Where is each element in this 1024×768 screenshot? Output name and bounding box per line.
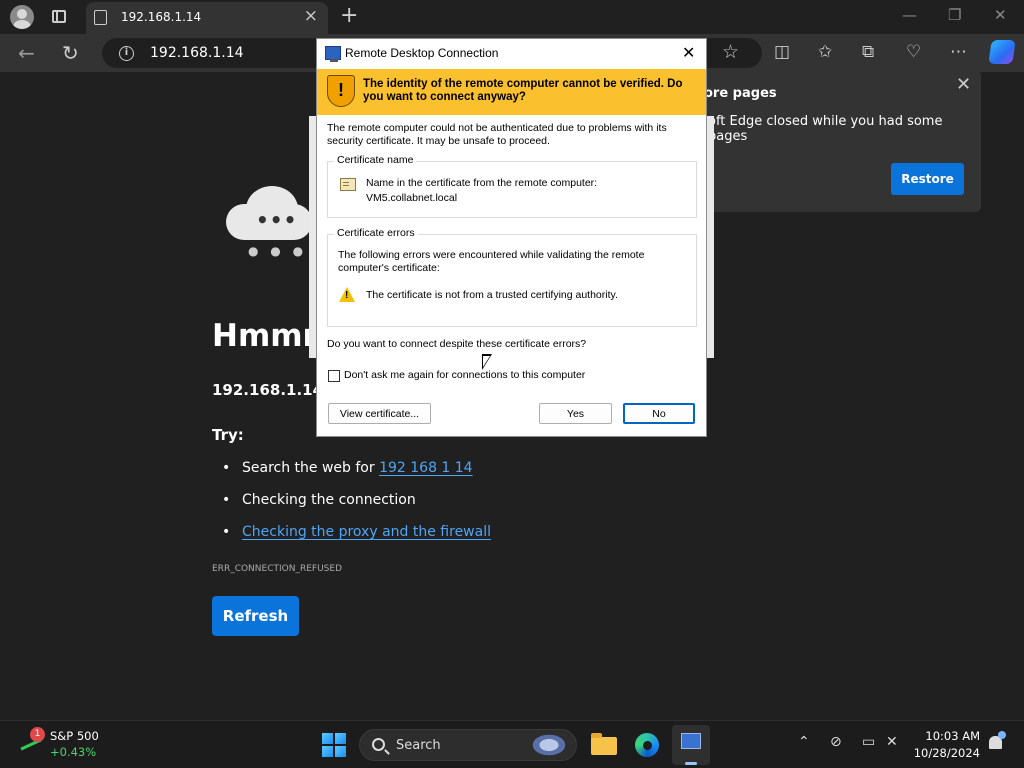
intro-text: The remote computer could not be authent… — [327, 122, 667, 147]
warning-shield-icon: ! — [327, 75, 355, 107]
stock-change: +0.43% — [50, 745, 97, 759]
error-host: 192.168.1.14 — [212, 381, 324, 399]
tab-bar: 192.168.1.14 × + — ❐ ✕ — [0, 0, 1024, 34]
no-button[interactable]: No — [623, 403, 695, 424]
profile-avatar-icon[interactable] — [10, 5, 34, 29]
mouse-cursor-icon — [482, 354, 492, 370]
certificate-errors-group: Certificate errors The following errors … — [327, 227, 697, 327]
restore-button[interactable]: Restore — [891, 163, 964, 195]
dialog-title: Remote Desktop Connection — [345, 46, 499, 60]
clock-time[interactable]: 10:03 AM — [916, 729, 980, 743]
connect-question: Do you want to connect despite these cer… — [327, 338, 587, 350]
more-menu-icon[interactable]: ⋯ — [950, 42, 967, 62]
clock-date[interactable]: 10/28/2024 — [910, 746, 980, 760]
collections-icon[interactable]: ⧉ — [862, 42, 874, 62]
tab-active[interactable]: 192.168.1.14 × — [86, 2, 328, 34]
list-item: • Search the web for 192 168 1 14 — [222, 460, 473, 476]
tab-title: 192.168.1.14 — [121, 10, 202, 24]
notification-bell-icon[interactable] — [989, 731, 1006, 749]
back-icon[interactable]: ← — [18, 41, 35, 65]
refresh-button[interactable]: Refresh — [212, 596, 299, 636]
proxy-firewall-link[interactable]: Checking the proxy and the firewall — [242, 524, 491, 540]
certificate-icon — [340, 178, 356, 191]
group-label: Certificate name — [334, 154, 417, 166]
close-icon[interactable]: ✕ — [956, 74, 971, 95]
suggestion-text: Search the web for — [242, 460, 380, 476]
favorite-star-icon[interactable]: ☆ — [722, 41, 739, 63]
notification-badge: 1 — [30, 727, 45, 742]
warning-text: The identity of the remote computer cann… — [363, 78, 683, 103]
list-item: • Checking the proxy and the firewall — [222, 524, 491, 540]
try-label: Try: — [212, 426, 244, 444]
certificate-name-group: Certificate name Name in the certificate… — [327, 154, 697, 218]
volume-muted-icon[interactable]: ✕ — [886, 734, 898, 750]
split-screen-icon[interactable]: ◫ — [774, 42, 790, 62]
warning-banner: ! The identity of the remote computer ca… — [317, 69, 706, 115]
cloud-illustration-icon: ••• ● ● ● — [226, 186, 312, 258]
list-item: • Checking the connection — [222, 492, 416, 508]
address-text: 192.168.1.14 — [150, 45, 244, 61]
edge-browser-icon[interactable] — [631, 729, 663, 761]
error-code: ERR_CONNECTION_REFUSED — [212, 564, 342, 574]
search-web-link[interactable]: 192 168 1 14 — [379, 460, 473, 476]
remote-desktop-icon — [325, 46, 341, 62]
dont-ask-label[interactable]: Don't ask me again for connections to th… — [344, 369, 585, 381]
dont-ask-checkbox[interactable] — [328, 370, 340, 382]
close-window-button[interactable]: ✕ — [994, 6, 1007, 24]
stock-name[interactable]: S&P 500 — [50, 729, 99, 743]
suggestion-text: Checking the connection — [242, 492, 416, 508]
dialog-titlebar[interactable]: Remote Desktop Connection ✕ — [317, 39, 706, 69]
cert-name-value: VM5.collabnet.local — [366, 192, 458, 204]
view-certificate-button[interactable]: View certificate... — [328, 403, 431, 424]
certificate-name-text: Name in the certificate from the remote … — [366, 176, 597, 206]
new-tab-button[interactable]: + — [340, 3, 358, 28]
browser-essentials-icon[interactable]: ♡ — [906, 42, 921, 62]
taskbar: 1 S&P 500 +0.43% Search ⌃ ⊘ ▭ ✕ 10:03 AM… — [0, 720, 1024, 768]
cert-error-item: The certificate is not from a trusted ce… — [366, 289, 618, 301]
network-off-icon[interactable]: ⊘ — [830, 734, 842, 750]
search-label: Search — [396, 738, 441, 753]
restore-window-button[interactable]: ❐ — [948, 6, 961, 24]
show-hidden-icons-icon[interactable]: ⌃ — [798, 734, 810, 750]
windows-start-icon[interactable] — [322, 733, 346, 757]
group-label: Certificate errors — [334, 227, 418, 239]
taskbar-search-input[interactable]: Search — [359, 729, 577, 761]
site-info-icon[interactable]: i — [119, 46, 134, 61]
copilot-icon[interactable] — [988, 40, 1016, 64]
restore-pages-popup: ore pages oft Edge closed while you had … — [700, 70, 981, 212]
search-icon — [372, 738, 385, 751]
restore-text: oft Edge closed while you had some pages — [708, 114, 943, 144]
search-highlight-icon[interactable] — [530, 733, 568, 757]
restore-title: ore pages — [704, 86, 777, 101]
warning-triangle-icon: ! — [339, 287, 355, 302]
display-icon[interactable]: ▭ — [862, 734, 875, 750]
rdp-certificate-dialog: Remote Desktop Connection ✕ ! The identi… — [316, 38, 707, 437]
file-explorer-icon[interactable] — [588, 729, 620, 761]
cert-name-line: Name in the certificate from the remote … — [366, 177, 598, 189]
remote-desktop-taskbar-icon[interactable] — [672, 725, 710, 765]
cert-errors-text: The following errors were encountered wh… — [338, 249, 645, 274]
dialog-close-icon[interactable]: ✕ — [682, 43, 695, 63]
yes-button[interactable]: Yes — [539, 403, 612, 424]
favorites-icon[interactable]: ✩ — [818, 42, 832, 62]
reload-icon[interactable]: ↻ — [62, 41, 79, 65]
tab-actions-icon[interactable] — [52, 10, 66, 23]
page-icon — [94, 10, 107, 25]
minimize-button[interactable]: — — [902, 6, 917, 24]
tab-close-icon[interactable]: × — [304, 6, 318, 26]
